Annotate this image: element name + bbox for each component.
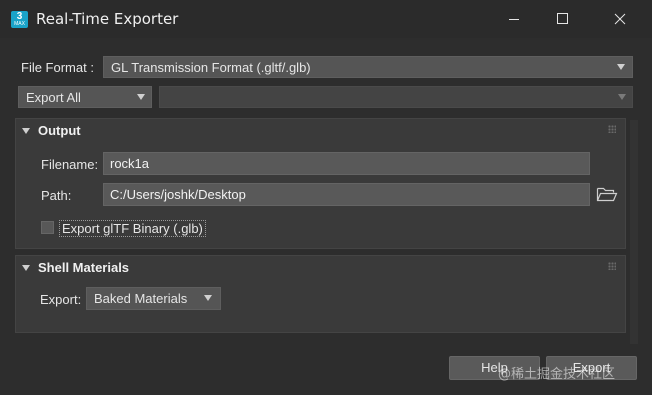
filename-input[interactable]: rock1a	[103, 152, 590, 175]
panel-grip-icon	[608, 262, 616, 270]
materials-export-dropdown[interactable]: Baked Materials	[86, 287, 221, 310]
export-scope-value: Export All	[26, 90, 81, 105]
filename-value: rock1a	[110, 156, 150, 171]
file-format-label: File Format :	[21, 60, 94, 75]
panel-scrollbar[interactable]	[630, 120, 638, 344]
app-icon-caption: MAX	[14, 21, 25, 27]
watermark: @稀土掘金技术社区	[498, 367, 616, 382]
shell-materials-panel-title: Shell Materials	[38, 260, 130, 275]
filename-label: Filename:	[41, 157, 99, 172]
dropdown-arrow-icon	[204, 295, 212, 301]
browse-folder-button[interactable]	[596, 184, 618, 204]
path-input[interactable]: C:/Users/joshk/Desktop	[103, 183, 590, 206]
path-value: C:/Users/joshk/Desktop	[110, 187, 246, 202]
title-bar: 3 MAX Real-Time Exporter	[0, 0, 652, 38]
maximize-button[interactable]	[539, 0, 585, 38]
minimize-button[interactable]	[491, 0, 537, 38]
file-format-dropdown[interactable]: GL Transmission Format (.gltf/.glb)	[103, 56, 633, 78]
dropdown-arrow-icon	[618, 94, 626, 100]
materials-export-label: Export:	[40, 292, 82, 307]
path-label: Path:	[41, 188, 72, 203]
minimize-icon	[509, 19, 519, 20]
materials-export-value: Baked Materials	[94, 291, 188, 306]
file-format-value: GL Transmission Format (.gltf/.glb)	[111, 60, 311, 75]
output-panel-title: Output	[38, 123, 81, 138]
app-icon: 3 MAX	[11, 11, 28, 28]
maximize-icon	[557, 13, 568, 24]
dropdown-arrow-icon	[137, 94, 145, 100]
export-binary-checkbox[interactable]	[41, 221, 54, 234]
shell-materials-panel: Shell Materials Export: Baked Materials	[15, 255, 626, 333]
dropdown-arrow-icon	[617, 64, 625, 70]
output-panel-header[interactable]: Output	[16, 119, 625, 143]
collapse-triangle-icon	[22, 128, 30, 134]
panel-grip-icon	[608, 125, 616, 133]
close-icon	[614, 13, 626, 25]
shell-materials-panel-header[interactable]: Shell Materials	[16, 256, 625, 280]
window-title: Real-Time Exporter	[36, 10, 179, 28]
collapse-triangle-icon	[22, 265, 30, 271]
folder-icon	[596, 187, 618, 202]
export-scope-dropdown[interactable]: Export All	[18, 86, 152, 108]
output-panel: Output Filename: rock1a Path: C:/Users/j…	[15, 118, 626, 249]
close-button[interactable]	[594, 0, 640, 38]
export-binary-label[interactable]: Export glTF Binary (.glb)	[59, 220, 206, 237]
secondary-dropdown[interactable]	[159, 86, 633, 108]
